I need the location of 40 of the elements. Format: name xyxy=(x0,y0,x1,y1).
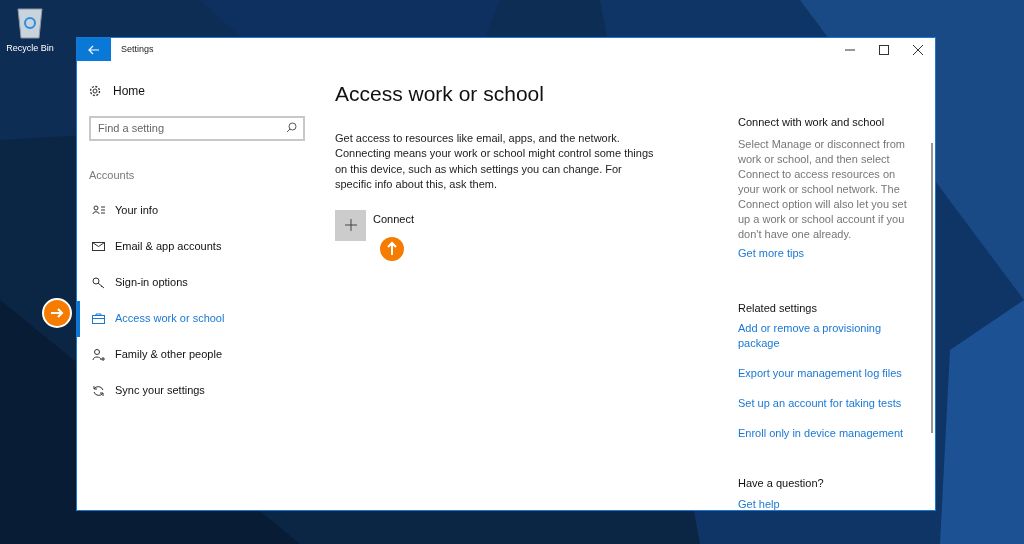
close-icon xyxy=(913,44,923,55)
recycle-bin-icon[interactable] xyxy=(15,5,45,39)
section-title: Connect with work and school xyxy=(738,115,885,130)
section-title: Have a question? xyxy=(738,476,824,491)
envelope-icon xyxy=(92,240,105,253)
nav-item[interactable]: Email & app accounts xyxy=(77,228,321,265)
arrow-right-icon xyxy=(42,298,72,328)
connect-label: Connect xyxy=(373,211,414,227)
link[interactable]: Get help xyxy=(738,496,918,512)
search-field[interactable]: Find a setting xyxy=(89,115,305,141)
person-list-icon xyxy=(92,204,105,217)
minimize-icon xyxy=(845,48,855,51)
search-icon xyxy=(286,122,297,133)
back-arrow-icon xyxy=(88,44,100,55)
link[interactable]: Enroll only in device management xyxy=(738,426,918,441)
section-title: Related settings xyxy=(738,300,817,316)
desktop-icon-label[interactable]: Recycle Bin xyxy=(6,42,54,56)
nav-item[interactable]: Your info xyxy=(77,192,321,229)
help-text: Select Manage or disconnect from work or school, and then select Connect to access resources on your work or school network. The Connect option will also let you set up a work or school account if you don't have one already. xyxy=(738,136,908,242)
gear-icon xyxy=(89,85,101,97)
briefcase-icon xyxy=(92,312,105,325)
sync-icon xyxy=(92,384,105,397)
link[interactable]: Export your management log files xyxy=(738,366,918,381)
link[interactable]: Set up an account for taking tests xyxy=(738,396,918,411)
maximize-icon xyxy=(879,44,889,55)
link[interactable]: Get more tips xyxy=(738,245,918,261)
link[interactable]: Add or remove a provisioning package xyxy=(738,321,918,351)
nav-item[interactable]: Access work or school xyxy=(77,300,321,337)
page-heading: Access work or school xyxy=(335,81,545,107)
connect-button[interactable] xyxy=(335,209,366,241)
window-title: Settings xyxy=(121,42,154,56)
key-icon xyxy=(92,276,105,289)
nav-item[interactable]: Sync your settings xyxy=(77,372,321,409)
nav-item[interactable]: Family & other people xyxy=(77,336,321,373)
person-add-icon xyxy=(92,348,105,361)
home-nav-item[interactable]: Home xyxy=(89,80,321,102)
plus-icon xyxy=(344,219,357,231)
nav-item[interactable]: Sign-in options xyxy=(77,264,321,301)
description-text: Get access to resources like email, apps, and the network. Connecting means your work or school might control some things on this device, such as which settings you can change. For specific info about this, ask them. xyxy=(335,130,655,192)
section-heading: Accounts xyxy=(89,168,136,183)
